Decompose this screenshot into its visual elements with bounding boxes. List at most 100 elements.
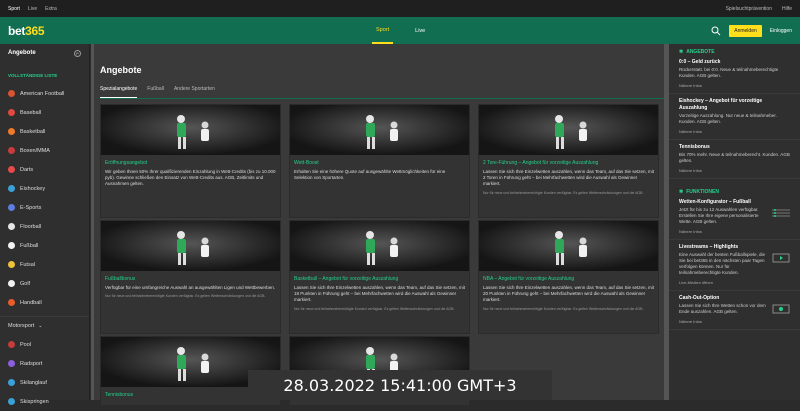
offer-image bbox=[479, 105, 658, 155]
offers-section-header: ✱ ANGEBOTE bbox=[669, 44, 800, 55]
login-button[interactable]: Einloggen bbox=[770, 28, 792, 34]
panel-item-desc: Jetzt für bis zu 12 Auswahlen verfügbar.… bbox=[679, 207, 759, 224]
sport-icon bbox=[8, 360, 15, 367]
sidebar-item[interactable]: Basketball bbox=[0, 122, 89, 141]
panel-item[interactable]: 0:0 – Geld zurück Rückerstatt. bei 0:0. N… bbox=[669, 55, 800, 94]
sidebar-item[interactable]: Skispringen bbox=[0, 392, 89, 411]
sport-icon bbox=[8, 166, 15, 173]
top-link-responsible[interactable]: Spielsuchtprävention bbox=[726, 6, 772, 12]
sidebar-item[interactable]: Fußball bbox=[0, 236, 89, 255]
sidebar-item[interactable]: E-Sports bbox=[0, 198, 89, 217]
more-info-link[interactable]: Nähere Infos bbox=[679, 129, 790, 134]
main-content: Angebote Spezialangebote Fußball Andere … bbox=[94, 44, 664, 406]
panel-item-row: Cash-Out-Option Lassen Sie sich Ihre Wett… bbox=[679, 295, 790, 324]
sidebar-item[interactable]: Radsport bbox=[0, 354, 89, 373]
sidebar-item[interactable]: Golf bbox=[0, 274, 89, 293]
sport-icon bbox=[8, 223, 15, 230]
logo-main: bet bbox=[8, 23, 26, 38]
sidebar-item[interactable]: Pool bbox=[0, 335, 89, 354]
panel-item[interactable]: Wetten-Konfigurator – Fußball Jetzt für b… bbox=[669, 195, 800, 240]
panel-item[interactable]: Tennisbonus Bis 70% mehr. Neue & teilnahm… bbox=[669, 140, 800, 179]
header-actions: Anmelden Einloggen bbox=[711, 24, 800, 37]
offer-title[interactable]: 2 Tore-Führung – Angebot für vorzeitige … bbox=[479, 155, 658, 169]
more-info-link[interactable]: Nähere Infos bbox=[679, 83, 790, 88]
panel-item[interactable]: Cash-Out-Option Lassen Sie sich Ihre Wett… bbox=[669, 291, 800, 330]
tab-special-offers[interactable]: Spezialangebote bbox=[100, 84, 138, 98]
offer-title[interactable]: NBA – Angebot für vorzeitige Auszahlung bbox=[479, 271, 658, 285]
panel-item[interactable]: Livestreams – Highlights Eine Auswahl der… bbox=[669, 240, 800, 291]
offer-title[interactable]: Wett-Boost bbox=[290, 155, 469, 169]
logo[interactable]: bet365 bbox=[0, 23, 45, 38]
offer-terms: Nur für neue und teilnahmeberechtigte Ku… bbox=[483, 190, 644, 195]
sidebar-item-label: Skilanglauf bbox=[20, 379, 47, 386]
top-link-sport[interactable]: Sport bbox=[8, 6, 20, 12]
offer-terms bbox=[101, 401, 280, 404]
sidebar-item[interactable]: Darts bbox=[0, 160, 89, 179]
sidebar-item[interactable]: Eishockey bbox=[0, 179, 89, 198]
top-link-live[interactable]: Live bbox=[28, 6, 37, 12]
sidebar-item-label: Boxen/MMA bbox=[20, 147, 50, 154]
sidebar-item-label: Baseball bbox=[20, 109, 42, 116]
offer-card[interactable]: Basketball – Angebot für vorzeitige Ausz… bbox=[289, 220, 470, 334]
timestamp-overlay: 28.03.2022 15:41:00 GMT+3 bbox=[248, 370, 552, 400]
offer-card[interactable]: Wett-Boost Erhalten Sie eine höhere Quote… bbox=[289, 104, 470, 218]
sidebar-list: American Football Baseball Basketball Boxen… bbox=[0, 84, 89, 312]
panel-item-desc: Eine Auswahl der besten Fußballspiele, d… bbox=[679, 252, 766, 275]
panel-item-title[interactable]: Livestreams – Highlights bbox=[679, 244, 768, 251]
panel-item[interactable]: Eishockey – Angebot für vorzeitige Ausza… bbox=[669, 94, 800, 140]
sidebar-item[interactable]: American Football bbox=[0, 84, 89, 103]
nav-sport[interactable]: Sport bbox=[372, 17, 394, 44]
offer-card[interactable]: NBA – Angebot für vorzeitige Auszahlung L… bbox=[478, 220, 659, 334]
sidebar-item-motorsport[interactable]: Motorsport ⌄ bbox=[0, 316, 89, 335]
offer-title[interactable]: Eröffnungsangebot bbox=[101, 155, 280, 169]
sidebar-item-label: Radsport bbox=[20, 360, 43, 367]
sidebar-item[interactable]: Floorball bbox=[0, 217, 89, 236]
offer-terms bbox=[290, 181, 469, 184]
more-info-link[interactable]: Nähere Infos bbox=[679, 229, 768, 234]
tab-other-sports[interactable]: Andere Sportarten bbox=[174, 84, 215, 98]
offer-terms: Nur für neue und teilnahmeberechtigte Ku… bbox=[483, 306, 644, 311]
info-icon[interactable]: P bbox=[74, 50, 81, 57]
offer-title[interactable]: Basketball – Angebot für vorzeitige Ausz… bbox=[290, 271, 469, 285]
tab-football[interactable]: Fußball bbox=[147, 84, 164, 98]
offer-title[interactable]: Fußballbonus bbox=[101, 271, 280, 285]
features-list: Wetten-Konfigurator – Fußball Jetzt für b… bbox=[669, 195, 800, 330]
nav-live[interactable]: Live bbox=[411, 17, 429, 44]
panel-item-title[interactable]: Eishockey – Angebot für vorzeitige Ausza… bbox=[679, 98, 790, 112]
sidebar-item-label: Eishockey bbox=[20, 185, 46, 192]
top-link-help[interactable]: Hilfe bbox=[782, 6, 792, 12]
offer-card[interactable]: 2 Tore-Führung – Angebot für vorzeitige … bbox=[478, 104, 659, 218]
sport-icon bbox=[8, 280, 15, 287]
sidebar-item[interactable]: Boxen/MMA bbox=[0, 141, 89, 160]
offer-text: Wir geben Ihnen 50% Ihrer qualifizierend… bbox=[105, 169, 276, 187]
panel-item-desc: Lassen Sie sich Ihre Wetten schon vor de… bbox=[679, 303, 766, 314]
sidebar-item[interactable]: Skilanglauf bbox=[0, 373, 89, 392]
offer-card[interactable]: Eröffnungsangebot Wir geben Ihnen 50% Ihr… bbox=[100, 104, 281, 218]
panel-item-desc: Vorzeitige Auszahlung. Nur neue & teilna… bbox=[679, 113, 777, 124]
live-stream-icon bbox=[772, 250, 790, 263]
more-info-link[interactable]: Nähere Infos bbox=[679, 319, 768, 324]
sport-icon bbox=[8, 109, 15, 116]
sidebar-item[interactable]: Futsal bbox=[0, 255, 89, 274]
sidebar-item-label: Pool bbox=[20, 341, 32, 348]
offer-text: Verfügbar für eine umfangreiche Auswahl … bbox=[105, 285, 276, 290]
offers-list: 0:0 – Geld zurück Rückerstatt. bei 0:0. N… bbox=[669, 55, 800, 179]
offer-card[interactable]: Fußballbonus Verfügbar für eine umfangrei… bbox=[100, 220, 281, 334]
sidebar-item-label: Fußball bbox=[20, 242, 39, 249]
panel-item-body: Livestreams – Highlights Eine Auswahl der… bbox=[679, 244, 768, 285]
panel-item-title[interactable]: 0:0 – Geld zurück bbox=[679, 59, 790, 66]
panel-item-title[interactable]: Tennisbonus bbox=[679, 144, 790, 151]
panel-item-title[interactable]: Cash-Out-Option bbox=[679, 295, 768, 302]
sport-icon bbox=[8, 261, 15, 268]
more-info-link[interactable]: Nähere Infos bbox=[679, 168, 790, 173]
join-button[interactable]: Anmelden bbox=[729, 24, 762, 37]
more-info-link[interactable]: Live-Medien öffnen bbox=[679, 280, 768, 285]
search-icon[interactable] bbox=[711, 26, 721, 36]
sidebar-item[interactable]: Baseball bbox=[0, 103, 89, 122]
sidebar-item[interactable]: Handball bbox=[0, 293, 89, 312]
panel-item-title[interactable]: Wetten-Konfigurator – Fußball bbox=[679, 199, 768, 206]
offer-text: Lassen Sie sich Ihre Einzelwetten auszah… bbox=[294, 285, 466, 303]
top-link-extra[interactable]: Extra bbox=[45, 6, 57, 12]
sidebar-item-label: Golf bbox=[20, 280, 31, 287]
star-icon: ✱ bbox=[679, 49, 684, 55]
